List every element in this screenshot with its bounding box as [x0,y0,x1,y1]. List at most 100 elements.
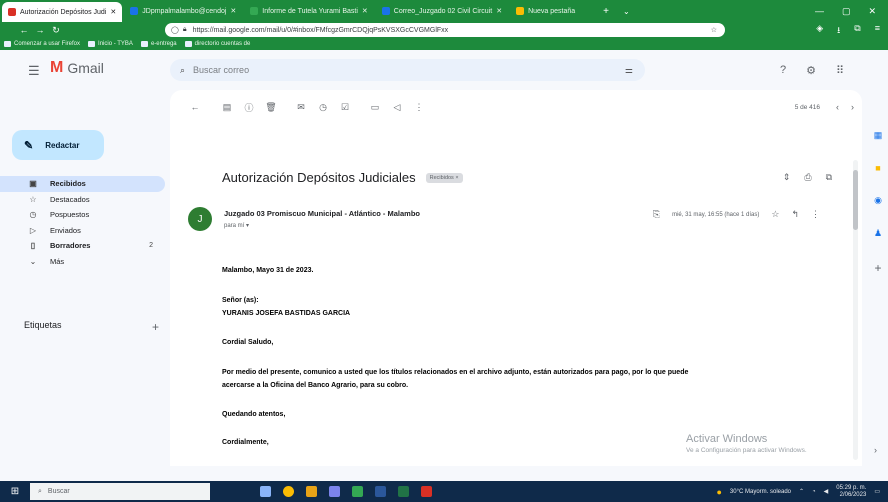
tab-3[interactable]: Correo_Juzgado 02 Civil Circuit ✕ [376,2,508,20]
bookmark-label: directorio cuentas de [194,41,251,47]
sidebar-item-more[interactable]: ⌄ Más [0,254,165,270]
bookmark-icon [88,41,96,47]
close-tab-icon[interactable]: ✕ [230,7,236,15]
clock[interactable]: 05:29 p. m. 2/06/2023 [836,485,866,499]
app-icon[interactable] [352,486,363,497]
tab-title: JDpmpalmalambo@cendoj [142,7,227,15]
move-to-icon[interactable]: ▭ [364,102,386,113]
message-more-icon[interactable]: ⋮ [811,209,820,220]
calendar-icon[interactable]: ▦ [874,130,883,141]
volume-icon[interactable]: ◀ [824,488,829,495]
scrollbar-thumb[interactable] [853,170,858,230]
tasks-icon[interactable]: ◉ [874,195,882,206]
body-line: YURANIS JOSEFA BASTIDAS GARCIA [222,310,351,317]
excel-icon[interactable] [398,486,409,497]
newer-icon[interactable]: ‹ [836,102,839,112]
minimize-icon[interactable]: — [815,6,824,17]
sidebar-item-drafts[interactable]: ▯ Borradores 2 [0,238,165,254]
search-icon[interactable]: ⌕ [180,65,185,76]
label-icon[interactable]: ◁ [386,102,408,113]
contacts-icon[interactable]: ♟ [874,228,882,239]
windows-start-icon[interactable]: ⊞ [0,486,30,497]
browser-toolbar: ← → ↻ ◯ 🔒︎ https://mail.google.com/mail/… [0,22,888,38]
forward-icon[interactable]: → [32,25,48,35]
report-spam-icon[interactable]: ⓘ [238,101,260,114]
tab-title: Autorización Depósitos Judi [20,8,107,16]
taskbar-search[interactable]: ⌕ Buscar [30,483,210,500]
sidebar-nav: ▣ Recibidos ☆ Destacados ◷ Pospuestos ▷ Envi… [0,176,165,269]
close-tab-icon[interactable]: ✕ [110,8,116,16]
tab-1[interactable]: JDpmpalmalambo@cendoj ✕ [124,2,242,20]
sidebar-item-sent[interactable]: ▷ Enviados [0,223,165,239]
compose-button[interactable]: ✎ Redactar [12,130,104,160]
explorer-icon[interactable] [306,486,317,497]
snooze-icon[interactable]: ◷ [312,102,334,113]
older-icon[interactable]: › [851,102,854,112]
print-icon[interactable]: ⎙ [804,172,811,183]
menu-icon[interactable]: ≡ [875,23,880,39]
help-icon[interactable]: ? [780,64,786,77]
notifications-icon[interactable]: ▭ [874,488,880,495]
tray-arrow-icon[interactable]: ⌃ [799,488,804,495]
back-icon[interactable]: ← [16,25,32,35]
reload-icon[interactable]: ↻ [48,25,64,36]
back-to-inbox-icon[interactable]: ← [184,102,206,112]
task-view-icon[interactable] [260,486,271,497]
settings-gear-icon[interactable]: ⚙ [806,64,816,77]
sidebar-item-snoozed[interactable]: ◷ Pospuestos [0,207,165,223]
add-task-icon[interactable]: ☑ [334,102,356,113]
bookmark-0[interactable]: Comenzar a usar Firefox [4,41,80,47]
expand-side-panel-icon[interactable]: › [874,445,877,455]
pdf-icon[interactable] [421,486,432,497]
email-view: ← ▤ ⓘ 🗑︎ ✉ ◷ ☑ ▭ ◁ ⋮ 5 de 416 ‹ › Autori… [170,90,862,466]
mark-unread-icon[interactable]: ✉ [290,102,312,113]
search-options-icon[interactable]: ⚌ [625,65,633,76]
avatar[interactable]: J [188,207,212,231]
tab-0[interactable]: Autorización Depósitos Judi ✕ [2,2,123,22]
bookmark-star-icon[interactable]: ☆ [711,26,725,34]
search-bar[interactable]: ⌕ Buscar correo ⚌ [170,59,645,81]
pocket-icon[interactable]: ◈ [816,23,823,39]
more-options-icon[interactable]: ⋮ [408,102,430,113]
sender-name[interactable]: Juzgado 03 Promiscuo Municipal - Atlánti… [224,209,420,218]
hamburger-menu-icon[interactable]: ☰ [28,63,40,79]
labels-section: Etiquetas + [24,320,159,334]
chrome-icon[interactable] [283,486,294,497]
pencil-icon: ✎ [24,139,34,152]
close-tab-icon[interactable]: ✕ [496,7,502,15]
close-window-icon[interactable]: ✕ [868,6,876,17]
teams-icon[interactable] [329,486,340,497]
recipient-dropdown[interactable]: para mí ▾ [224,222,420,229]
bookmark-2[interactable]: e-entrega [140,41,177,47]
weather-text[interactable]: 30°C Mayorm. soleado [730,489,791,495]
email-scrollbar[interactable] [853,160,858,460]
star-message-icon[interactable]: ☆ [771,209,779,220]
maximize-icon[interactable]: ▢ [842,6,851,17]
lock-icon: 🔒︎ [182,26,187,33]
network-icon[interactable]: ◔ [812,489,816,495]
inbox-label-chip[interactable]: Recibidos × [425,172,463,183]
keep-icon[interactable]: ■ [875,163,880,173]
tab-list-icon[interactable]: ⌄ [623,7,630,16]
add-addon-icon[interactable]: + [874,261,881,275]
new-tab-icon[interactable]: + [603,6,609,17]
expand-icon[interactable]: ⇕ [783,172,791,183]
delete-icon[interactable]: 🗑︎ [260,102,282,113]
address-bar[interactable]: ◯ 🔒︎ https://mail.google.com/mail/u/0/#i… [165,23,725,37]
bookmark-3[interactable]: directorio cuentas de [184,41,251,47]
close-tab-icon[interactable]: ✕ [362,7,368,15]
sidebar-item-inbox[interactable]: ▣ Recibidos [0,176,165,192]
add-label-icon[interactable]: + [152,320,159,334]
tab-2[interactable]: Informe de Tutela Yurami Basti ✕ [244,2,373,20]
download-icon[interactable]: ⭳ [837,23,840,39]
gmail-logo[interactable]: M Gmail [50,59,104,77]
reply-icon[interactable]: ↰ [791,209,799,220]
bookmark-1[interactable]: Inicio - TYBA [88,41,133,47]
tab-4[interactable]: Nueva pestaña [510,2,581,20]
extensions-icon[interactable]: ⧉ [854,23,860,39]
sidebar-item-starred[interactable]: ☆ Destacados [0,192,165,208]
word-icon[interactable] [375,486,386,497]
apps-grid-icon[interactable]: ⠿ [836,64,844,77]
open-new-window-icon[interactable]: ⧉ [826,172,832,183]
archive-icon[interactable]: ▤ [216,102,238,113]
